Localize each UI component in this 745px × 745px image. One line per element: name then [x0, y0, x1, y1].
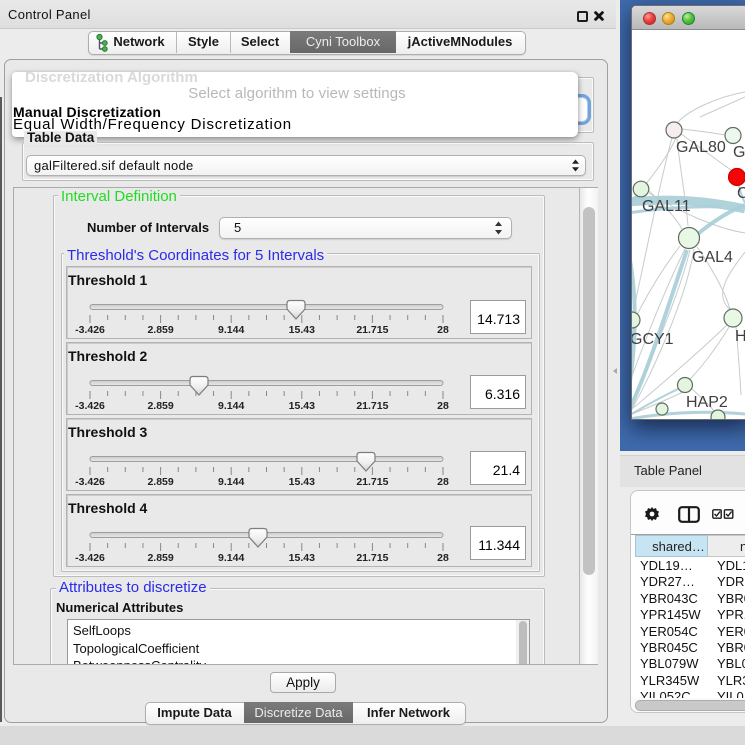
svg-text:GCY1: GCY1 — [632, 331, 674, 348]
svg-text:HAP2: HAP2 — [686, 394, 728, 411]
svg-text:GAL80: GAL80 — [676, 139, 726, 156]
svg-text:HI: HI — [735, 328, 745, 345]
svg-text:GA: GA — [733, 144, 745, 161]
svg-text:C: C — [737, 185, 745, 202]
svg-text:GAL11: GAL11 — [642, 198, 691, 215]
svg-text:GAL4: GAL4 — [692, 249, 733, 266]
